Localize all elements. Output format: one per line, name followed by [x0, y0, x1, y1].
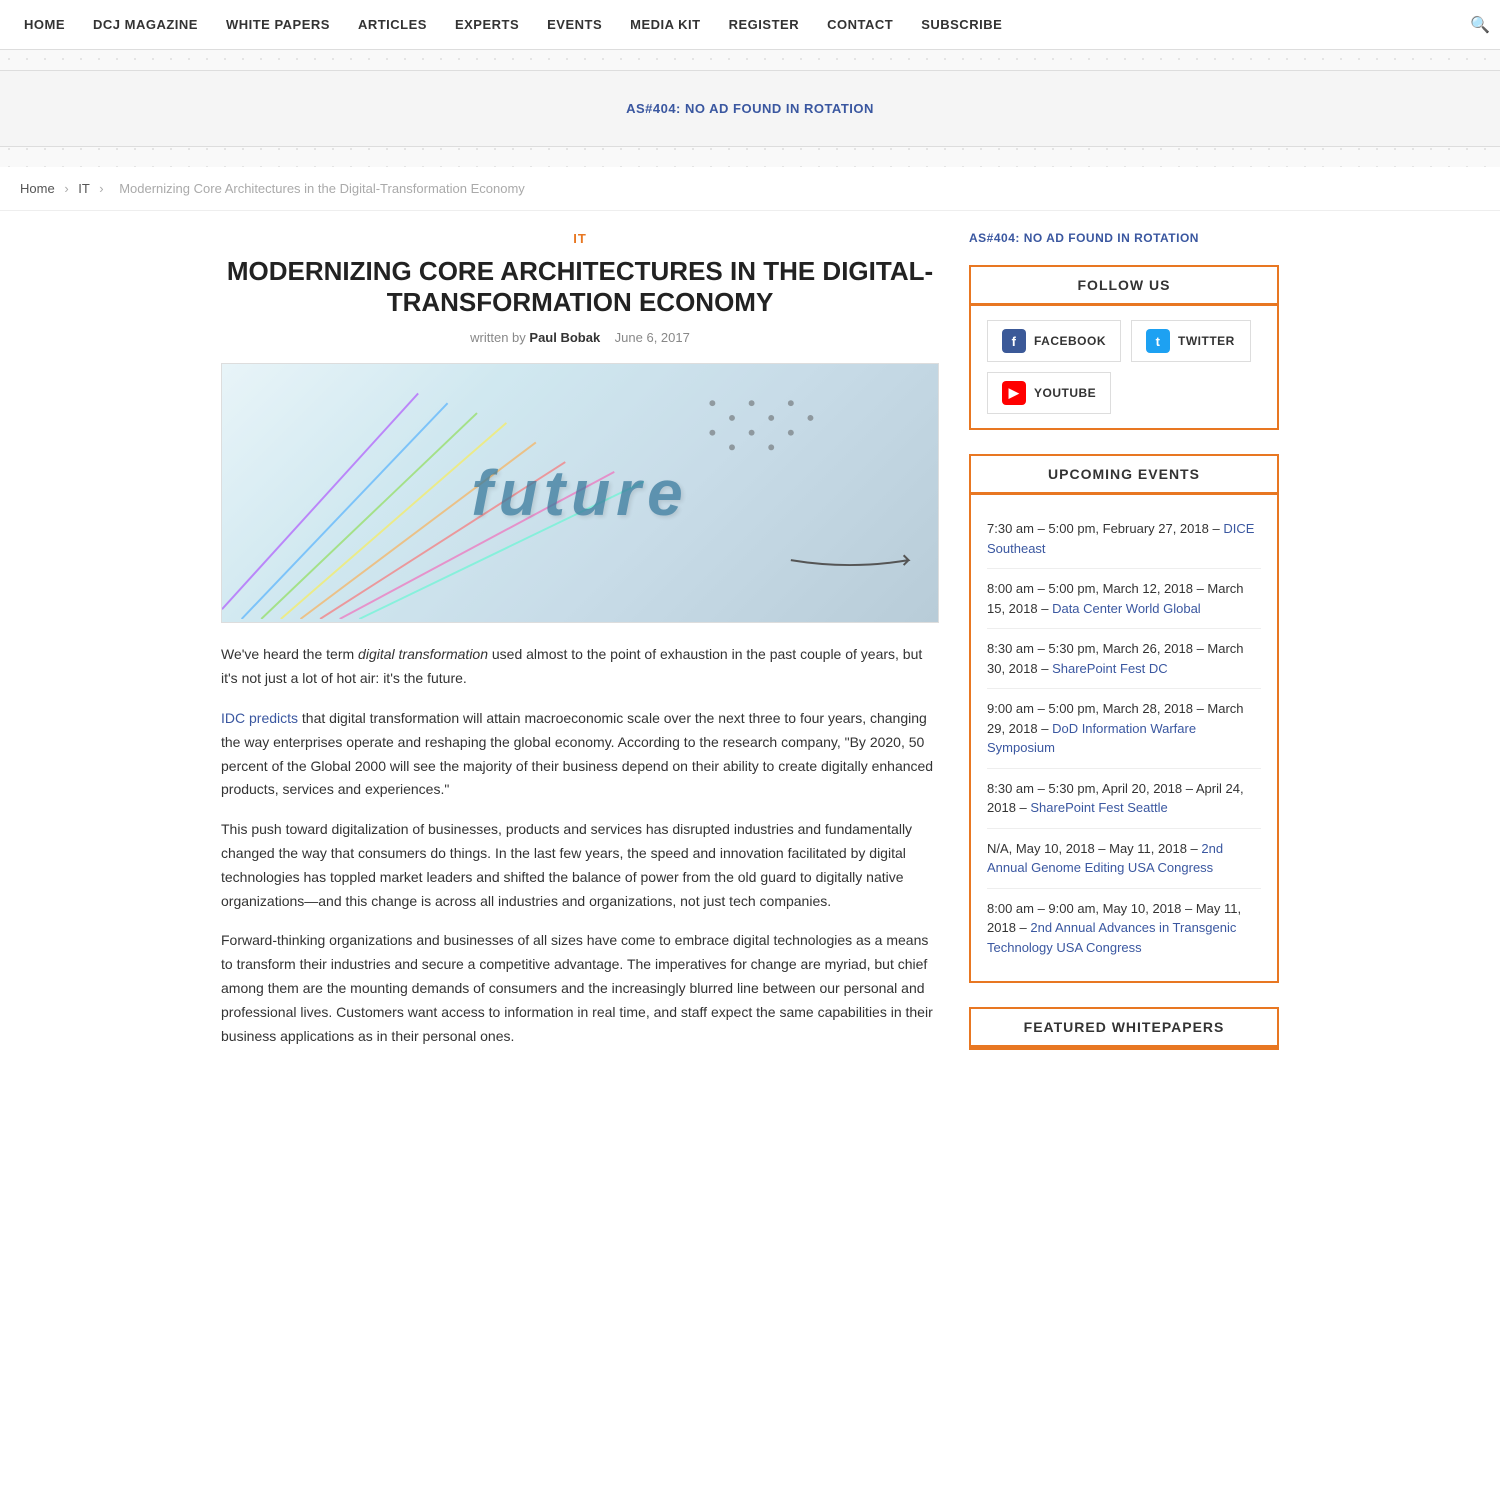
facebook-icon: f	[1002, 329, 1026, 353]
article-title-line1: MODERNIZING CORE ARCHITECTURES IN THE DI…	[227, 256, 933, 286]
sidebar-ad: AS#404: NO AD FOUND IN ROTATION	[969, 231, 1279, 245]
article-title: MODERNIZING CORE ARCHITECTURES IN THE DI…	[221, 256, 939, 318]
twitter-button[interactable]: t TWITTER	[1131, 320, 1251, 362]
nav-contact[interactable]: CONTACT	[813, 0, 907, 50]
event-2-link[interactable]: Data Center World Global	[1052, 601, 1201, 616]
header-area: AS#404: NO AD FOUND IN ROTATION	[0, 50, 1500, 167]
page-wrapper: HOME DCJ MAGAZINE WHITE PAPERS ARTICLES …	[0, 0, 1500, 1094]
article-body: We've heard the term digital transformat…	[221, 643, 939, 1048]
breadcrumb-it[interactable]: IT	[78, 181, 89, 196]
nav-white-papers[interactable]: WHITE PAPERS	[212, 0, 344, 50]
nav-dcj-magazine[interactable]: DCJ MAGAZINE	[79, 0, 212, 50]
article-hero-image: future	[221, 363, 939, 623]
breadcrumb-home[interactable]: Home	[20, 181, 55, 196]
idc-predicts-link[interactable]: IDC predicts	[221, 710, 298, 726]
follow-us-header: FOLLOW US	[971, 267, 1277, 306]
article-meta: written by Paul Bobak June 6, 2017	[221, 330, 939, 345]
nav-media-kit[interactable]: MEDIA KIT	[616, 0, 714, 50]
upcoming-events-title: UPCOMING EVENTS	[1048, 466, 1200, 482]
nav-experts[interactable]: EXPERTS	[441, 0, 533, 50]
upcoming-events-section: UPCOMING EVENTS 7:30 am – 5:00 pm, Febru…	[969, 454, 1279, 983]
nav-events[interactable]: EVENTS	[533, 0, 616, 50]
main-layout: IT MODERNIZING CORE ARCHITECTURES IN THE…	[205, 211, 1295, 1094]
nav-subscribe[interactable]: SUBSCRIBE	[907, 0, 1016, 50]
facebook-button[interactable]: f FACEBOOK	[987, 320, 1121, 362]
event-4: 9:00 am – 5:00 pm, March 28, 2018 – Marc…	[987, 689, 1261, 769]
event-2: 8:00 am – 5:00 pm, March 12, 2018 – Marc…	[987, 569, 1261, 629]
featured-whitepapers-section: FEATURED WHITEPAPERS	[969, 1007, 1279, 1050]
ad-banner-text: AS#404: NO AD FOUND IN ROTATION	[626, 101, 874, 116]
article-image-word: future	[471, 456, 688, 530]
event-5: 8:30 am – 5:30 pm, April 20, 2018 – Apri…	[987, 769, 1261, 829]
article-para-4: Forward-thinking organizations and busin…	[221, 929, 939, 1048]
featured-whitepapers-title: FEATURED WHITEPAPERS	[1024, 1019, 1225, 1035]
event-3-link[interactable]: SharePoint Fest DC	[1052, 661, 1168, 676]
sidebar-ad-text: AS#404: NO AD FOUND IN ROTATION	[969, 231, 1199, 245]
event-1: 7:30 am – 5:00 pm, February 27, 2018 – D…	[987, 509, 1261, 569]
article-para-1: We've heard the term digital transformat…	[221, 643, 939, 691]
upcoming-events-header: UPCOMING EVENTS	[971, 456, 1277, 495]
article-title-line2: TRANSFORMATION ECONOMY	[387, 287, 774, 317]
article-para-2: IDC predicts that digital transformation…	[221, 707, 939, 802]
social-grid: f FACEBOOK t TWITTER ▶ YOUTUBE	[987, 320, 1261, 414]
nav-home[interactable]: HOME	[10, 0, 79, 50]
ad-banner-top: AS#404: NO AD FOUND IN ROTATION	[0, 70, 1500, 147]
follow-us-title: FOLLOW US	[1078, 277, 1171, 293]
breadcrumb: Home › IT › Modernizing Core Architectur…	[0, 167, 1500, 211]
event-5-link[interactable]: SharePoint Fest Seattle	[1030, 800, 1167, 815]
breadcrumb-sep-1: ›	[64, 181, 68, 196]
event-6: N/A, May 10, 2018 – May 11, 2018 – 2nd A…	[987, 829, 1261, 889]
event-7: 8:00 am – 9:00 am, May 10, 2018 – May 11…	[987, 889, 1261, 968]
upcoming-events-body: 7:30 am – 5:00 pm, February 27, 2018 – D…	[971, 495, 1277, 981]
twitter-icon: t	[1146, 329, 1170, 353]
nav-register[interactable]: REGISTER	[715, 0, 813, 50]
breadcrumb-sep-2: ›	[99, 181, 103, 196]
event-3: 8:30 am – 5:30 pm, March 26, 2018 – Marc…	[987, 629, 1261, 689]
nav-articles[interactable]: ARTICLES	[344, 0, 441, 50]
follow-us-section: FOLLOW US f FACEBOOK t TWITTER ▶	[969, 265, 1279, 430]
youtube-label: YOUTUBE	[1034, 386, 1096, 400]
article-para-3: This push toward digitalization of busin…	[221, 818, 939, 913]
search-icon[interactable]: 🔍	[1470, 15, 1490, 35]
event-6-time: N/A, May 10, 2018 – May 11, 2018 –	[987, 841, 1198, 856]
breadcrumb-current: Modernizing Core Architectures in the Di…	[119, 181, 525, 196]
twitter-label: TWITTER	[1178, 334, 1235, 348]
youtube-icon: ▶	[1002, 381, 1026, 405]
article-area: IT MODERNIZING CORE ARCHITECTURES IN THE…	[221, 211, 939, 1094]
youtube-button[interactable]: ▶ YOUTUBE	[987, 372, 1111, 414]
follow-us-body: f FACEBOOK t TWITTER ▶ YOUTUBE	[971, 306, 1277, 428]
written-by-label: written by	[470, 330, 526, 345]
sidebar: AS#404: NO AD FOUND IN ROTATION FOLLOW U…	[969, 211, 1279, 1094]
event-1-time: 7:30 am – 5:00 pm, February 27, 2018 –	[987, 521, 1220, 536]
main-nav: HOME DCJ MAGAZINE WHITE PAPERS ARTICLES …	[0, 0, 1500, 50]
author-link[interactable]: Paul Bobak	[529, 330, 600, 345]
facebook-label: FACEBOOK	[1034, 334, 1106, 348]
featured-whitepapers-header: FEATURED WHITEPAPERS	[971, 1009, 1277, 1048]
article-date: June 6, 2017	[615, 330, 690, 345]
article-category[interactable]: IT	[221, 231, 939, 246]
